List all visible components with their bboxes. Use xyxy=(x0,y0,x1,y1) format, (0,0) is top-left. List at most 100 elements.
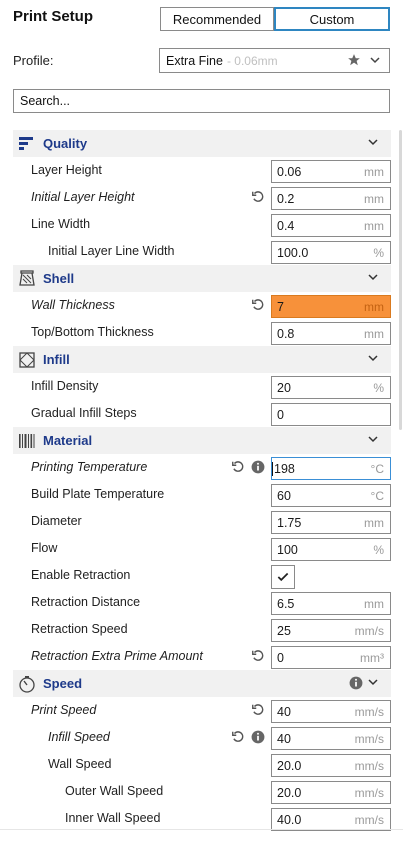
field-value: 25 xyxy=(277,623,291,638)
setting-label: Wall Speed xyxy=(48,757,112,771)
setting-actions xyxy=(231,730,265,747)
setting-label: Print Speed xyxy=(31,703,97,717)
custom-mode-button[interactable]: Custom xyxy=(274,7,390,31)
flow-field[interactable]: 100% xyxy=(271,538,391,561)
material-icon xyxy=(17,431,37,451)
category-label: Speed xyxy=(43,676,83,691)
inner-wall-speed-field[interactable]: 40.0 mm/s xyxy=(271,808,391,831)
setting-row: Flow 100% xyxy=(13,535,391,562)
chevron-down-icon[interactable] xyxy=(367,352,379,367)
infill-density-field[interactable]: 20% xyxy=(271,376,391,399)
field-unit: mm xyxy=(364,326,384,341)
info-icon[interactable] xyxy=(349,676,363,693)
field-unit: mm/s xyxy=(354,623,384,638)
reset-icon[interactable] xyxy=(231,460,245,477)
field-unit: mm/s xyxy=(354,731,384,746)
diameter-field[interactable]: 1.75 mm xyxy=(271,511,391,534)
retraction-speed-field[interactable]: 25 mm/s xyxy=(271,619,391,642)
setting-label: Gradual Infill Steps xyxy=(31,406,137,420)
profile-row: Profile: Extra Fine - 0.06mm xyxy=(0,46,403,74)
layer-height-field[interactable]: 0.06 mm xyxy=(271,160,391,183)
field-value: 0 xyxy=(277,650,284,665)
field-value: 0.8 xyxy=(277,326,295,341)
reset-icon[interactable] xyxy=(251,190,265,207)
top-bottom-thickness-field[interactable]: 0.8 mm xyxy=(271,322,391,345)
scrollbar[interactable] xyxy=(399,130,402,430)
setting-row: Enable Retraction xyxy=(13,562,391,589)
build-plate-temperature-field[interactable]: 60 °C xyxy=(271,484,391,507)
field-unit: °C xyxy=(370,461,384,476)
setting-actions xyxy=(251,298,265,315)
profile-select[interactable]: Extra Fine - 0.06mm xyxy=(159,48,390,73)
chevron-down-icon[interactable] xyxy=(367,676,379,691)
initial-layer-height-field[interactable]: 0.2 mm xyxy=(271,187,391,210)
setting-row: Diameter 1.75 mm xyxy=(13,508,391,535)
category-label: Quality xyxy=(43,136,88,151)
text-caret xyxy=(272,461,273,476)
field-unit: mm/s xyxy=(354,704,384,719)
setting-label: Top/Bottom Thickness xyxy=(31,325,154,339)
field-unit: mm/s xyxy=(354,812,384,827)
field-value: 0.2 xyxy=(277,191,295,206)
setting-label: Flow xyxy=(31,541,58,555)
field-value: 0.06 xyxy=(277,164,302,179)
field-unit: mm xyxy=(364,515,384,530)
setting-row: Infill Density 20% xyxy=(13,373,391,400)
field-unit: mm xyxy=(364,218,384,233)
setting-actions xyxy=(251,703,265,720)
reset-icon[interactable] xyxy=(251,298,265,315)
printing-temperature-field[interactable]: 198 °C xyxy=(271,457,391,480)
initial-layer-line-width-field[interactable]: 100.0% xyxy=(271,241,391,264)
reset-icon[interactable] xyxy=(251,649,265,666)
field-value: 7 xyxy=(277,299,284,314)
field-value: 100.0 xyxy=(277,245,309,260)
retraction-extra-prime-amount-field[interactable]: 0 mm³ xyxy=(271,646,391,669)
setting-label: Retraction Distance xyxy=(31,595,141,609)
search-input[interactable] xyxy=(13,89,390,113)
speed-icon xyxy=(17,674,37,694)
star-icon[interactable] xyxy=(347,53,361,70)
outer-wall-speed-field[interactable]: 20.0 mm/s xyxy=(271,781,391,804)
print-speed-field[interactable]: 40 mm/s xyxy=(271,700,391,723)
field-unit: mm xyxy=(364,596,384,611)
gradual-infill-steps-field[interactable]: 0 xyxy=(271,403,391,426)
category-material[interactable]: Material xyxy=(13,427,391,454)
category-label: Material xyxy=(43,433,93,448)
line-width-field[interactable]: 0.4 mm xyxy=(271,214,391,237)
setting-label: Enable Retraction xyxy=(31,568,131,582)
wall-speed-field[interactable]: 20.0 mm/s xyxy=(271,754,391,777)
reset-icon[interactable] xyxy=(251,703,265,720)
field-unit: mm³ xyxy=(360,650,384,665)
field-unit: % xyxy=(373,380,384,395)
setting-row: Initial Layer Height 0.2 mm xyxy=(13,184,391,211)
reset-icon[interactable] xyxy=(231,730,245,747)
setting-label: Layer Height xyxy=(31,163,102,177)
setting-label: Retraction Extra Prime Amount xyxy=(31,649,203,663)
category-quality[interactable]: Quality xyxy=(13,130,391,157)
info-icon[interactable] xyxy=(251,730,265,747)
setting-row: Gradual Infill Steps 0 xyxy=(13,400,391,427)
category-speed[interactable]: Speed xyxy=(13,670,391,697)
setting-label: Printing Temperature xyxy=(31,460,148,474)
field-value: 6.5 xyxy=(277,596,295,611)
enable-retraction-checkbox[interactable] xyxy=(271,565,295,589)
settings-list: Quality Layer Height 0.06 mm Initial Layer H… xyxy=(13,130,391,832)
chevron-down-icon[interactable] xyxy=(367,136,379,151)
field-value: 40 xyxy=(277,731,291,746)
field-value: 40 xyxy=(277,704,291,719)
retraction-distance-field[interactable]: 6.5 mm xyxy=(271,592,391,615)
category-infill[interactable]: Infill xyxy=(13,346,391,373)
setting-row: Initial Layer Line Width 100.0% xyxy=(13,238,391,265)
setting-label: Inner Wall Speed xyxy=(65,811,161,825)
wall-thickness-field[interactable]: 7 mm xyxy=(271,295,391,318)
setting-row: Printing Temperature 198 °C xyxy=(13,454,391,481)
setting-row: Wall Speed 20.0 mm/s xyxy=(13,751,391,778)
chevron-down-icon[interactable] xyxy=(367,271,379,286)
chevron-down-icon[interactable] xyxy=(367,433,379,448)
divider xyxy=(0,829,403,830)
infill-speed-field[interactable]: 40 mm/s xyxy=(271,727,391,750)
field-unit: °C xyxy=(370,488,384,503)
category-shell[interactable]: Shell xyxy=(13,265,391,292)
info-icon[interactable] xyxy=(251,460,265,477)
recommended-mode-button[interactable]: Recommended xyxy=(160,7,274,31)
